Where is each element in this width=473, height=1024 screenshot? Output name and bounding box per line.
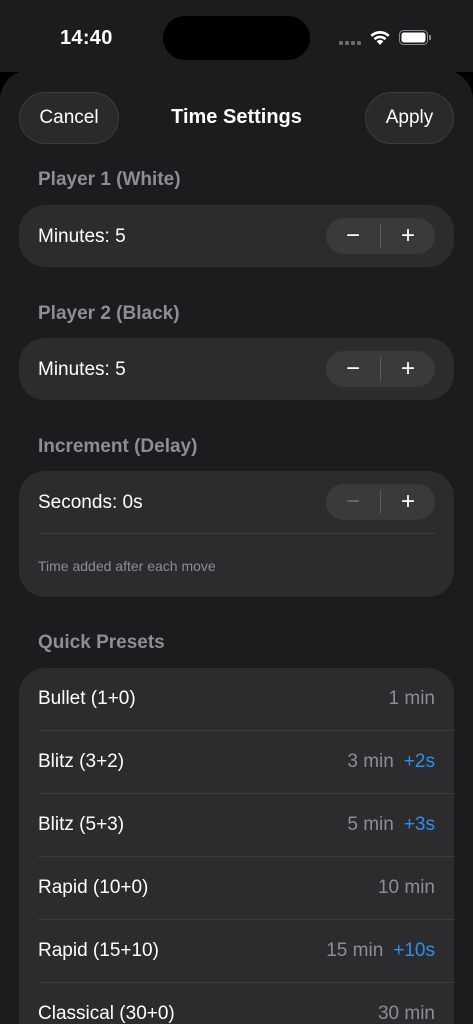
player1-header: Player 1 (White) xyxy=(38,169,181,190)
preset-row[interactable]: Rapid (15+10) 15 min +10s xyxy=(19,920,454,983)
preset-minutes: 1 min xyxy=(388,688,435,709)
presets-card: Bullet (1+0) 1 min Blitz (3+2) 3 min +2s… xyxy=(19,668,454,1024)
preset-name: Blitz (5+3) xyxy=(38,814,125,835)
preset-detail: 5 min +3s xyxy=(347,814,435,836)
wifi-icon xyxy=(369,28,391,46)
signal-icon xyxy=(339,41,363,45)
preset-detail: 10 min xyxy=(378,877,435,899)
battery-icon xyxy=(399,30,432,45)
preset-row[interactable]: Rapid (10+0) 10 min xyxy=(19,857,454,920)
preset-detail: 3 min +2s xyxy=(347,751,435,773)
preset-row[interactable]: Blitz (3+2) 3 min +2s xyxy=(19,731,454,794)
preset-minutes: 15 min xyxy=(326,940,384,961)
apply-button[interactable]: Apply xyxy=(365,92,454,144)
player2-minutes-stepper: − + xyxy=(326,351,435,387)
increment-note: Time added after each move xyxy=(38,558,216,574)
increment-decrement-button[interactable]: − xyxy=(326,484,380,520)
status-bar: 14:40 xyxy=(0,0,473,72)
preset-name: Blitz (3+2) xyxy=(38,751,125,772)
player1-card: Minutes: 5 − + xyxy=(19,205,454,267)
preset-minutes: 3 min xyxy=(347,751,394,772)
player2-card: Minutes: 5 − + xyxy=(19,338,454,400)
preset-minutes: 30 min xyxy=(377,1003,435,1024)
preset-row[interactable]: Bullet (1+0) 1 min xyxy=(19,668,454,731)
preset-detail: 1 min xyxy=(389,688,435,710)
player2-decrement-button[interactable]: − xyxy=(326,351,380,387)
preset-name: Rapid (10+0) xyxy=(38,877,149,898)
increment-increment-button[interactable]: + xyxy=(381,484,435,520)
preset-detail: 30 min xyxy=(378,1003,435,1024)
player2-minutes-label: Minutes: 5 xyxy=(38,359,126,380)
time-settings-sheet: Cancel Time Settings Apply Player 1 (Whi… xyxy=(0,70,473,1024)
player2-increment-button[interactable]: + xyxy=(381,351,435,387)
dynamic-island xyxy=(163,16,310,60)
status-time: 14:40 xyxy=(60,27,113,49)
player1-increment-button[interactable]: + xyxy=(381,218,435,254)
preset-increment: +3s xyxy=(403,814,435,835)
screen: 14:40 Cancel Time Settings Apply Player … xyxy=(0,0,473,1024)
preset-increment: +2s xyxy=(403,751,435,772)
preset-minutes: 10 min xyxy=(377,877,435,898)
player2-header: Player 2 (Black) xyxy=(38,303,180,324)
preset-detail: 15 min +10s xyxy=(326,940,435,962)
player1-minutes-stepper: − + xyxy=(326,218,435,254)
player1-minutes-label: Minutes: 5 xyxy=(38,226,126,247)
preset-name: Bullet (1+0) xyxy=(38,688,136,709)
player1-decrement-button[interactable]: − xyxy=(326,218,380,254)
preset-name: Classical (30+0) xyxy=(38,1003,175,1024)
preset-name: Rapid (15+10) xyxy=(38,940,159,961)
row-separator xyxy=(38,533,435,534)
presets-header: Quick Presets xyxy=(38,632,165,653)
increment-header: Increment (Delay) xyxy=(38,436,198,457)
preset-minutes: 5 min xyxy=(347,814,394,835)
increment-card: Seconds: 0s − + Time added after each mo… xyxy=(19,471,454,597)
preset-row[interactable]: Blitz (5+3) 5 min +3s xyxy=(19,794,454,857)
increment-seconds-label: Seconds: 0s xyxy=(38,492,143,513)
increment-seconds-stepper: − + xyxy=(326,484,435,520)
preset-row[interactable]: Classical (30+0) 30 min xyxy=(19,983,454,1024)
preset-increment: +10s xyxy=(393,940,435,961)
